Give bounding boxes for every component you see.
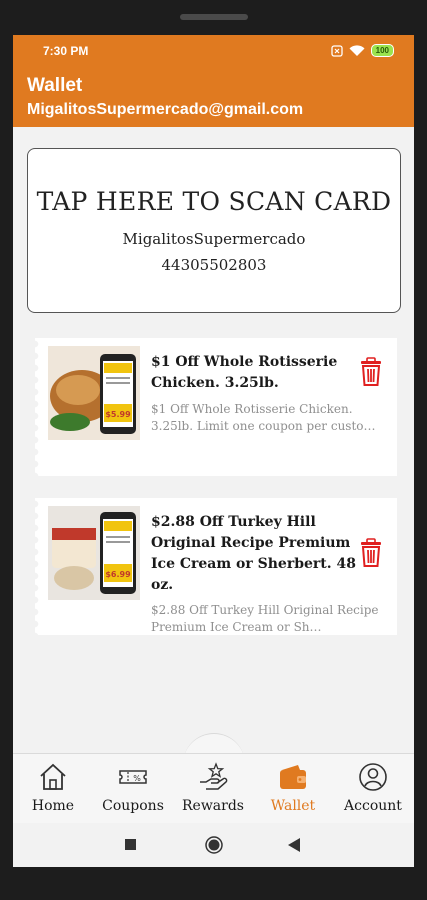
coupon-card[interactable]: $5.99 $1 Off Whole Rotisserie Chicken. 3… (35, 338, 397, 476)
system-navigation-bar (13, 823, 414, 867)
page-title: Wallet (27, 75, 83, 96)
nav-account[interactable]: Account (333, 754, 413, 824)
card-store-name: MigalitosSupermercado (122, 230, 306, 248)
nav-wallet[interactable]: Wallet (253, 754, 333, 824)
status-time: 7:30 PM (43, 44, 89, 58)
svg-text:%: % (133, 774, 141, 783)
coupon-description: $2.88 Off Turkey Hill Original Recipe Pr… (151, 603, 379, 634)
nav-coupons-label: Coupons (102, 798, 164, 814)
coupon-perforated-edge (35, 338, 41, 476)
home-button-icon[interactable] (205, 836, 223, 854)
thumbnail-price: $5.99 (105, 410, 131, 419)
coupon-thumbnail-ice-cream: $6.99 (48, 506, 140, 600)
coupon-description: $1 Off Whole Rotisserie Chicken. 3.25lb.… (151, 402, 376, 433)
account-icon (359, 763, 387, 791)
delete-coupon-icon[interactable] (359, 538, 383, 568)
wifi-icon (349, 44, 365, 56)
app-screen: 7:30 PM 100 Wallet MigalitosSupermercado… (13, 35, 414, 867)
nav-rewards[interactable]: Rewards (173, 754, 253, 824)
coupon-title: $1 Off Whole Rotisserie Chicken. 3.25lb. (151, 354, 338, 391)
home-icon (40, 763, 66, 790)
thumbnail-price: $6.99 (105, 570, 131, 579)
scan-card-cta: TAP HERE TO SCAN CARD (36, 187, 392, 216)
nav-rewards-label: Rewards (182, 798, 244, 814)
nav-home[interactable]: Home (13, 754, 93, 824)
card-number: 44305502803 (161, 256, 267, 274)
back-button-icon[interactable] (288, 838, 300, 852)
delete-coupon-icon[interactable] (359, 357, 383, 387)
speaker-grille (180, 14, 248, 20)
nav-wallet-label: Wallet (270, 798, 316, 814)
rewards-icon (200, 762, 228, 790)
status-icons: 100 (330, 44, 394, 57)
wallet-icon (280, 765, 306, 789)
nav-account-label: Account (344, 798, 402, 814)
coupon-card[interactable]: $6.99 $2.88 Off Turkey Hill Original Rec… (35, 498, 397, 635)
phone-frame: 7:30 PM 100 Wallet MigalitosSupermercado… (0, 0, 427, 900)
battery-indicator: 100 (370, 44, 394, 57)
coupon-thumbnail-chicken: $5.99 (48, 346, 140, 440)
sim-icon (330, 44, 343, 57)
nav-coupons[interactable]: % Coupons (93, 754, 173, 824)
coupon-perforated-edge (35, 498, 41, 635)
account-email: MigalitosSupermercado@gmail.com (27, 101, 304, 118)
recents-button-icon[interactable] (125, 839, 136, 850)
bottom-nav: Home % Coupons Rewards Wallet Account (13, 753, 414, 824)
status-bar: 7:30 PM 100 (13, 35, 414, 69)
scan-card-button[interactable]: TAP HERE TO SCAN CARD MigalitosSupermerc… (27, 148, 401, 313)
coupon-title: $2.88 Off Turkey Hill Original Recipe Pr… (151, 514, 356, 593)
coupon-icon: % (119, 770, 147, 784)
app-bar: Wallet MigalitosSupermercado@gmail.com (13, 69, 414, 127)
nav-home-label: Home (31, 798, 75, 814)
